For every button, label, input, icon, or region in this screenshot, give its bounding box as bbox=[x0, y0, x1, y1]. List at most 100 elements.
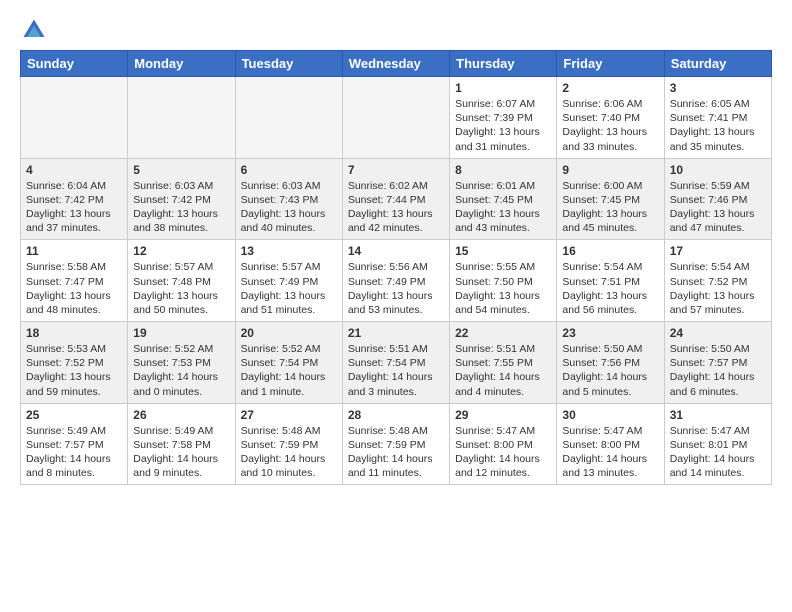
cell-info: Sunrise: 5:47 AM Sunset: 8:00 PM Dayligh… bbox=[562, 424, 658, 481]
calendar-cell: 27 Sunrise: 5:48 AM Sunset: 7:59 PM Dayli… bbox=[235, 403, 342, 485]
day-number: 16 bbox=[562, 244, 658, 258]
cell-info: Sunrise: 6:06 AM Sunset: 7:40 PM Dayligh… bbox=[562, 97, 658, 154]
cell-info: Sunrise: 6:04 AM Sunset: 7:42 PM Dayligh… bbox=[26, 179, 122, 236]
day-number: 2 bbox=[562, 81, 658, 95]
cell-info: Sunrise: 5:48 AM Sunset: 7:59 PM Dayligh… bbox=[241, 424, 337, 481]
calendar-cell: 19 Sunrise: 5:52 AM Sunset: 7:53 PM Dayli… bbox=[128, 322, 235, 404]
calendar-cell: 4 Sunrise: 6:04 AM Sunset: 7:42 PM Daylig… bbox=[21, 158, 128, 240]
calendar-cell: 10 Sunrise: 5:59 AM Sunset: 7:46 PM Dayli… bbox=[664, 158, 771, 240]
cell-info: Sunrise: 5:57 AM Sunset: 7:49 PM Dayligh… bbox=[241, 260, 337, 317]
day-number: 14 bbox=[348, 244, 444, 258]
calendar-cell: 23 Sunrise: 5:50 AM Sunset: 7:56 PM Dayli… bbox=[557, 322, 664, 404]
calendar-cell: 17Sunrise: 5:54 AM Sunset: 7:52 PM Dayli… bbox=[664, 240, 771, 322]
calendar-week-1: 1 Sunrise: 6:07 AM Sunset: 7:39 PM Daylig… bbox=[21, 77, 772, 159]
calendar-cell: 3 Sunrise: 6:05 AM Sunset: 7:41 PM Daylig… bbox=[664, 77, 771, 159]
calendar-cell: 28 Sunrise: 5:48 AM Sunset: 7:59 PM Dayli… bbox=[342, 403, 449, 485]
day-number: 15 bbox=[455, 244, 551, 258]
calendar-cell: 5 Sunrise: 6:03 AM Sunset: 7:42 PM Daylig… bbox=[128, 158, 235, 240]
day-header-wednesday: Wednesday bbox=[342, 51, 449, 77]
cell-info: Sunrise: 5:56 AM Sunset: 7:49 PM Dayligh… bbox=[348, 260, 444, 317]
cell-info: Sunrise: 5:51 AM Sunset: 7:55 PM Dayligh… bbox=[455, 342, 551, 399]
day-number: 18 bbox=[26, 326, 122, 340]
cell-info: Sunrise: 6:00 AM Sunset: 7:45 PM Dayligh… bbox=[562, 179, 658, 236]
day-number: 30 bbox=[562, 408, 658, 422]
calendar-cell bbox=[235, 77, 342, 159]
calendar-cell: 29 Sunrise: 5:47 AM Sunset: 8:00 PM Dayli… bbox=[450, 403, 557, 485]
cell-info: Sunrise: 5:48 AM Sunset: 7:59 PM Dayligh… bbox=[348, 424, 444, 481]
cell-info: Sunrise: 6:02 AM Sunset: 7:44 PM Dayligh… bbox=[348, 179, 444, 236]
cell-info: Sunrise: 6:07 AM Sunset: 7:39 PM Dayligh… bbox=[455, 97, 551, 154]
calendar-cell bbox=[342, 77, 449, 159]
day-number: 1 bbox=[455, 81, 551, 95]
cell-info: Sunrise: 5:57 AM Sunset: 7:48 PM Dayligh… bbox=[133, 260, 229, 317]
cell-info: Sunrise: 6:03 AM Sunset: 7:42 PM Dayligh… bbox=[133, 179, 229, 236]
day-number: 27 bbox=[241, 408, 337, 422]
calendar-cell bbox=[21, 77, 128, 159]
cell-info: Sunrise: 5:49 AM Sunset: 7:57 PM Dayligh… bbox=[26, 424, 122, 481]
day-number: 8 bbox=[455, 163, 551, 177]
day-number: 31 bbox=[670, 408, 766, 422]
calendar-cell: 26Sunrise: 5:49 AM Sunset: 7:58 PM Dayli… bbox=[128, 403, 235, 485]
calendar-cell: 24 Sunrise: 5:50 AM Sunset: 7:57 PM Dayli… bbox=[664, 322, 771, 404]
cell-info: Sunrise: 5:59 AM Sunset: 7:46 PM Dayligh… bbox=[670, 179, 766, 236]
day-number: 21 bbox=[348, 326, 444, 340]
calendar-cell: 14 Sunrise: 5:56 AM Sunset: 7:49 PM Dayli… bbox=[342, 240, 449, 322]
day-number: 6 bbox=[241, 163, 337, 177]
calendar-cell: 25 Sunrise: 5:49 AM Sunset: 7:57 PM Dayli… bbox=[21, 403, 128, 485]
page-header bbox=[20, 16, 772, 44]
calendar-cell: 13Sunrise: 5:57 AM Sunset: 7:49 PM Dayli… bbox=[235, 240, 342, 322]
cell-info: Sunrise: 5:50 AM Sunset: 7:56 PM Dayligh… bbox=[562, 342, 658, 399]
day-number: 24 bbox=[670, 326, 766, 340]
cell-info: Sunrise: 5:58 AM Sunset: 7:47 PM Dayligh… bbox=[26, 260, 122, 317]
cell-info: Sunrise: 5:51 AM Sunset: 7:54 PM Dayligh… bbox=[348, 342, 444, 399]
day-number: 10 bbox=[670, 163, 766, 177]
day-number: 29 bbox=[455, 408, 551, 422]
cell-info: Sunrise: 5:53 AM Sunset: 7:52 PM Dayligh… bbox=[26, 342, 122, 399]
calendar-cell: 11 Sunrise: 5:58 AM Sunset: 7:47 PM Dayli… bbox=[21, 240, 128, 322]
logo bbox=[20, 16, 52, 44]
cell-info: Sunrise: 5:50 AM Sunset: 7:57 PM Dayligh… bbox=[670, 342, 766, 399]
day-number: 17 bbox=[670, 244, 766, 258]
day-number: 22 bbox=[455, 326, 551, 340]
day-number: 9 bbox=[562, 163, 658, 177]
day-number: 19 bbox=[133, 326, 229, 340]
calendar-week-3: 11 Sunrise: 5:58 AM Sunset: 7:47 PM Dayli… bbox=[21, 240, 772, 322]
day-number: 25 bbox=[26, 408, 122, 422]
day-number: 26 bbox=[133, 408, 229, 422]
cell-info: Sunrise: 5:47 AM Sunset: 8:00 PM Dayligh… bbox=[455, 424, 551, 481]
day-number: 11 bbox=[26, 244, 122, 258]
day-number: 20 bbox=[241, 326, 337, 340]
calendar-cell: 8 Sunrise: 6:01 AM Sunset: 7:45 PM Daylig… bbox=[450, 158, 557, 240]
calendar-cell: 12Sunrise: 5:57 AM Sunset: 7:48 PM Dayli… bbox=[128, 240, 235, 322]
calendar-cell: 2 Sunrise: 6:06 AM Sunset: 7:40 PM Daylig… bbox=[557, 77, 664, 159]
day-number: 5 bbox=[133, 163, 229, 177]
cell-info: Sunrise: 5:52 AM Sunset: 7:54 PM Dayligh… bbox=[241, 342, 337, 399]
day-number: 28 bbox=[348, 408, 444, 422]
calendar-header: SundayMondayTuesdayWednesdayThursdayFrid… bbox=[21, 51, 772, 77]
day-header-tuesday: Tuesday bbox=[235, 51, 342, 77]
calendar-cell: 30 Sunrise: 5:47 AM Sunset: 8:00 PM Dayli… bbox=[557, 403, 664, 485]
calendar-cell: 22 Sunrise: 5:51 AM Sunset: 7:55 PM Dayli… bbox=[450, 322, 557, 404]
calendar-cell: 15 Sunrise: 5:55 AM Sunset: 7:50 PM Dayli… bbox=[450, 240, 557, 322]
days-of-week-row: SundayMondayTuesdayWednesdayThursdayFrid… bbox=[21, 51, 772, 77]
calendar-cell bbox=[128, 77, 235, 159]
day-number: 3 bbox=[670, 81, 766, 95]
calendar-body: 1 Sunrise: 6:07 AM Sunset: 7:39 PM Daylig… bbox=[21, 77, 772, 485]
cell-info: Sunrise: 5:47 AM Sunset: 8:01 PM Dayligh… bbox=[670, 424, 766, 481]
day-number: 23 bbox=[562, 326, 658, 340]
calendar-cell: 21 Sunrise: 5:51 AM Sunset: 7:54 PM Dayli… bbox=[342, 322, 449, 404]
calendar-cell: 9 Sunrise: 6:00 AM Sunset: 7:45 PM Daylig… bbox=[557, 158, 664, 240]
cell-info: Sunrise: 6:01 AM Sunset: 7:45 PM Dayligh… bbox=[455, 179, 551, 236]
cell-info: Sunrise: 5:55 AM Sunset: 7:50 PM Dayligh… bbox=[455, 260, 551, 317]
day-number: 4 bbox=[26, 163, 122, 177]
calendar-week-5: 25 Sunrise: 5:49 AM Sunset: 7:57 PM Dayli… bbox=[21, 403, 772, 485]
day-header-friday: Friday bbox=[557, 51, 664, 77]
cell-info: Sunrise: 5:52 AM Sunset: 7:53 PM Dayligh… bbox=[133, 342, 229, 399]
calendar-cell: 6Sunrise: 6:03 AM Sunset: 7:43 PM Daylig… bbox=[235, 158, 342, 240]
calendar-cell: 16Sunrise: 5:54 AM Sunset: 7:51 PM Dayli… bbox=[557, 240, 664, 322]
cell-info: Sunrise: 6:05 AM Sunset: 7:41 PM Dayligh… bbox=[670, 97, 766, 154]
day-number: 7 bbox=[348, 163, 444, 177]
day-header-saturday: Saturday bbox=[664, 51, 771, 77]
calendar-cell: 18 Sunrise: 5:53 AM Sunset: 7:52 PM Dayli… bbox=[21, 322, 128, 404]
day-header-sunday: Sunday bbox=[21, 51, 128, 77]
